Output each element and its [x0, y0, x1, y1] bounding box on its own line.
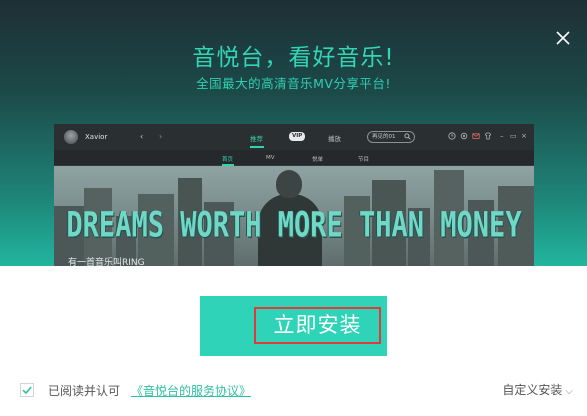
header-banner: 音悦台，看好音乐! 全国最大的高清音乐MV分享平台! Xavior ‹ › 推荐… — [0, 0, 587, 266]
avatar — [64, 130, 78, 144]
install-now-button[interactable]: 立即安装 — [200, 296, 387, 356]
preview-subtab-mv: MV — [266, 155, 275, 161]
custom-install-button[interactable]: 自定义安装 ⌵ — [502, 381, 573, 398]
subline: 全国最大的高清音乐MV分享平台! — [196, 76, 391, 91]
preview-subtab-show: 节目 — [358, 157, 370, 163]
chevron-down-icon: ⌵ — [565, 386, 573, 397]
custom-install-label: 自定义安装 — [502, 383, 563, 397]
close-preview-icon: × — [521, 132, 527, 140]
search-icon — [404, 133, 411, 140]
preview-banner-image: DREAMS WORTH MORE THAN MONEY 有一首音乐叫RING — [54, 166, 534, 266]
service-agreement-link[interactable]: 《音悦台的服务协议》 — [131, 382, 251, 399]
checkmark-icon — [22, 386, 32, 395]
preview-search-text: 再见的01 — [372, 134, 396, 140]
preview-user-name: Xavior — [85, 133, 108, 141]
preview-subnav: 首页 MV 悦单 节目 — [54, 150, 534, 166]
forward-arrow-icon: › — [159, 132, 163, 141]
banner-caption: 有一首音乐叫RING — [68, 258, 145, 266]
preview-tab-vip: VIP — [289, 132, 306, 141]
headline: 音悦台，看好音乐! — [192, 45, 395, 71]
preview-tab-play: 播放 — [328, 135, 341, 143]
mail-icon — [472, 133, 480, 139]
skin-icon — [485, 132, 491, 140]
minimize-icon: – — [500, 132, 504, 140]
settings-icon — [460, 132, 468, 140]
preview-subtab-playlist: 悦单 — [312, 157, 324, 163]
agreement-checkbox[interactable] — [20, 383, 34, 397]
clock-icon — [448, 132, 456, 140]
install-now-label: 立即安装 — [254, 307, 381, 344]
maximize-icon: ▭ — [510, 132, 517, 140]
preview-titlebar: Xavior ‹ › 推荐 VIP 播放 再见的01 – ▭ × — [54, 124, 534, 150]
banner-headline: DREAMS WORTH MORE THAN MONEY — [66, 205, 522, 246]
back-arrow-icon: ‹ — [140, 132, 144, 141]
agreement-text: 已阅读并认可 — [48, 384, 121, 398]
app-preview: Xavior ‹ › 推荐 VIP 播放 再见的01 – ▭ × 首页 MV 悦… — [54, 124, 534, 266]
preview-tab-recommend: 推荐 — [250, 135, 263, 143]
preview-search-box: 再见的01 — [367, 131, 415, 143]
preview-tab-underline — [250, 146, 264, 148]
preview-subtab-home: 首页 — [222, 157, 234, 163]
